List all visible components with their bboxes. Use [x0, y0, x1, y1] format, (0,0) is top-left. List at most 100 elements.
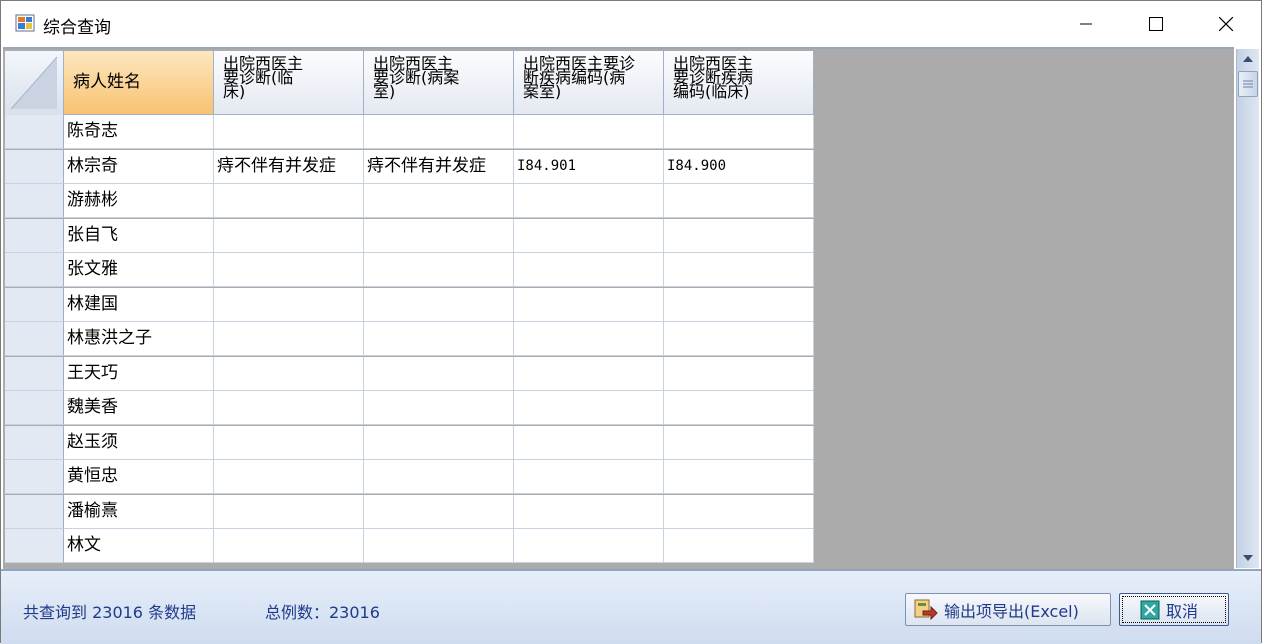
row-header[interactable] — [5, 253, 64, 287]
grid-cell[interactable] — [364, 529, 514, 563]
grid-cell[interactable] — [214, 460, 364, 494]
grid-cell[interactable] — [514, 322, 664, 356]
column-header-diag-record-room[interactable]: 出院西医主 要诊断(病案 室) — [364, 51, 514, 115]
scroll-down-arrow-icon — [1243, 555, 1253, 561]
grid-cell[interactable]: 黄恒忠 — [64, 460, 214, 494]
grid-cell[interactable]: 张文雅 — [64, 253, 214, 287]
cancel-button[interactable]: 取消 — [1119, 593, 1229, 626]
grid-cell[interactable] — [514, 495, 664, 529]
grid-cell[interactable] — [214, 253, 364, 287]
scroll-down-button[interactable] — [1237, 548, 1259, 568]
grid-cell[interactable]: 林宗奇 — [64, 150, 214, 184]
title-bar[interactable]: 综合查询 — [1, 1, 1261, 47]
query-window: 综合查询 病人姓名 出院西医主 要诊断(临 床) 出院西医主 要诊断(病案 室)… — [0, 0, 1262, 644]
row-header[interactable] — [5, 460, 64, 494]
export-excel-button[interactable]: 输出项导出(Excel) — [905, 593, 1111, 626]
grid-cell[interactable] — [364, 253, 514, 287]
grid-cell[interactable] — [664, 253, 814, 287]
grid-cell[interactable]: I84.901 — [514, 150, 664, 184]
grid-cell[interactable]: 游赫彬 — [64, 184, 214, 218]
grid-cell[interactable] — [514, 357, 664, 391]
scrollbar-thumb[interactable] — [1238, 71, 1258, 97]
maximize-button[interactable] — [1121, 1, 1191, 47]
column-header-code-clinical[interactable]: 出院西医主 要诊断疾病 编码(临床) — [664, 51, 814, 115]
grid-cell[interactable] — [664, 426, 814, 460]
row-header[interactable] — [5, 184, 64, 218]
row-header[interactable] — [5, 357, 64, 391]
grid-cell[interactable] — [514, 184, 664, 218]
grid-cell[interactable]: I84.900 — [664, 150, 814, 184]
grid-cell[interactable]: 林文 — [64, 529, 214, 563]
grid-cell[interactable] — [514, 288, 664, 322]
grid-cell[interactable] — [214, 184, 364, 218]
row-header[interactable] — [5, 322, 64, 356]
row-header[interactable] — [5, 426, 64, 460]
app-window-icon — [15, 14, 35, 32]
excel-export-icon — [914, 599, 938, 621]
close-button[interactable] — [1191, 1, 1261, 47]
row-header[interactable] — [5, 391, 64, 425]
grid-cell[interactable]: 林惠洪之子 — [64, 322, 214, 356]
select-all-corner[interactable] — [5, 51, 64, 116]
grid-cell[interactable]: 陈奇志 — [64, 115, 214, 149]
grid-cell[interactable]: 赵玉须 — [64, 426, 214, 460]
grid-cell[interactable]: 王天巧 — [64, 357, 214, 391]
grid-cell[interactable]: 林建国 — [64, 288, 214, 322]
scroll-up-button[interactable] — [1237, 49, 1259, 69]
grid-cell[interactable] — [364, 322, 514, 356]
grid-cell[interactable] — [364, 115, 514, 149]
grid-cell[interactable] — [514, 529, 664, 563]
data-grid[interactable]: 病人姓名 出院西医主 要诊断(临 床) 出院西医主 要诊断(病案 室) 出院西医… — [3, 47, 1234, 571]
grid-cell[interactable] — [364, 288, 514, 322]
grid-cell[interactable] — [364, 357, 514, 391]
row-header[interactable] — [5, 115, 64, 149]
grid-cell[interactable] — [214, 495, 364, 529]
grid-cell[interactable] — [364, 391, 514, 425]
grid-cell[interactable] — [514, 115, 664, 149]
grid-cell[interactable] — [664, 391, 814, 425]
grid-cell[interactable] — [214, 426, 364, 460]
grid-cell[interactable] — [514, 460, 664, 494]
grid-cell[interactable] — [664, 219, 814, 253]
row-header[interactable] — [5, 529, 64, 563]
grid-cell[interactable] — [364, 219, 514, 253]
grid-cell[interactable] — [214, 288, 364, 322]
grid-cell[interactable] — [664, 184, 814, 218]
grid-cell[interactable] — [664, 115, 814, 149]
grid-cell[interactable] — [664, 495, 814, 529]
grid-cell[interactable]: 魏美香 — [64, 391, 214, 425]
grid-cell[interactable] — [664, 288, 814, 322]
minimize-button[interactable] — [1051, 1, 1121, 47]
column-header-diag-clinical[interactable]: 出院西医主 要诊断(临 床) — [214, 51, 364, 115]
grid-cell[interactable] — [514, 219, 664, 253]
column-header-patient-name[interactable]: 病人姓名 — [64, 51, 214, 115]
grid-cell[interactable] — [664, 529, 814, 563]
cancel-label: 取消 — [1166, 601, 1199, 621]
grid-cell[interactable] — [664, 460, 814, 494]
grid-cell[interactable] — [664, 357, 814, 391]
row-header[interactable] — [5, 219, 64, 253]
grid-cell[interactable]: 潘榆熹 — [64, 495, 214, 529]
row-header[interactable] — [5, 288, 64, 322]
grid-cell[interactable] — [514, 426, 664, 460]
grid-cell[interactable] — [214, 115, 364, 149]
grid-cell[interactable] — [214, 391, 364, 425]
grid-cell[interactable] — [214, 219, 364, 253]
grid-cell[interactable] — [364, 495, 514, 529]
row-header[interactable] — [5, 495, 64, 529]
grid-cell[interactable] — [214, 529, 364, 563]
grid-cell[interactable]: 痔不伴有并发症 — [364, 150, 514, 184]
grid-cell[interactable]: 张自飞 — [64, 219, 214, 253]
grid-cell[interactable] — [214, 322, 364, 356]
grid-cell[interactable] — [214, 357, 364, 391]
grid-cell[interactable]: 痔不伴有并发症 — [214, 150, 364, 184]
grid-cell[interactable] — [364, 460, 514, 494]
grid-cell[interactable] — [514, 391, 664, 425]
row-header[interactable] — [5, 150, 64, 184]
vertical-scrollbar[interactable] — [1236, 49, 1259, 568]
column-header-code-record-room[interactable]: 出院西医主要诊 断疾病编码(病 案室) — [514, 51, 664, 115]
grid-cell[interactable] — [364, 184, 514, 218]
grid-cell[interactable] — [364, 426, 514, 460]
grid-cell[interactable] — [664, 322, 814, 356]
grid-cell[interactable] — [514, 253, 664, 287]
